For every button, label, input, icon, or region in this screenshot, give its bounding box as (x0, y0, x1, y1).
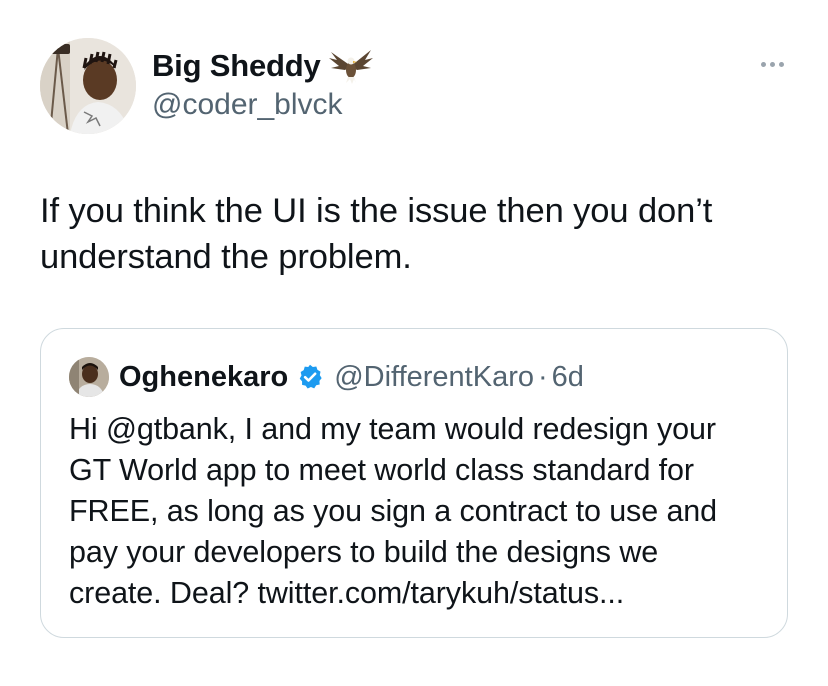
more-horizontal-icon (760, 61, 766, 67)
author-avatar[interactable] (40, 38, 136, 134)
tweet-text: If you think the UI is the issue then yo… (40, 188, 800, 280)
tweet-text-line: understand the problem. (40, 238, 412, 276)
quoted-tweet-header: Oghenekaro @DifferentKaro · 6d (69, 357, 584, 397)
author-name-row: Big Sheddy (152, 46, 375, 86)
verified-badge-icon (296, 363, 324, 391)
quoted-author-handle[interactable]: @DifferentKaro (334, 361, 534, 394)
eagle-icon (327, 46, 375, 86)
quoted-text-line: pay your developers to build the designs… (69, 535, 659, 569)
quoted-text-line: Hi @gtbank, I and my team would redesign… (69, 412, 716, 446)
meta-separator: · (538, 360, 548, 393)
quoted-author-avatar[interactable] (69, 357, 109, 397)
more-options-button[interactable] (752, 50, 792, 78)
quoted-tweet-card[interactable]: Oghenekaro @DifferentKaro · 6d Hi @gtban… (40, 328, 788, 638)
quoted-author-display-name[interactable]: Oghenekaro (119, 361, 288, 394)
quoted-text-line: create. Deal? twitter.com/tarykuh/status… (69, 576, 625, 610)
tweet-text-line: If you think the UI is the issue then yo… (40, 192, 713, 230)
quoted-text-line: GT World app to meet world class standar… (69, 453, 694, 487)
tweet: Big Sheddy @coder_blvck If you think the… (0, 0, 828, 686)
quoted-text-line: FREE, as long as you sign a contract to … (69, 494, 718, 528)
more-horizontal-icon-dot (778, 61, 784, 67)
quoted-tweet-text: Hi @gtbank, I and my team would redesign… (69, 409, 769, 614)
author-handle[interactable]: @coder_blvck (152, 88, 343, 122)
quoted-tweet-timestamp[interactable]: 6d (552, 361, 584, 394)
more-horizontal-icon-dot (769, 61, 775, 67)
profile-photo-icon (40, 38, 136, 134)
author-display-name[interactable]: Big Sheddy (152, 48, 321, 84)
